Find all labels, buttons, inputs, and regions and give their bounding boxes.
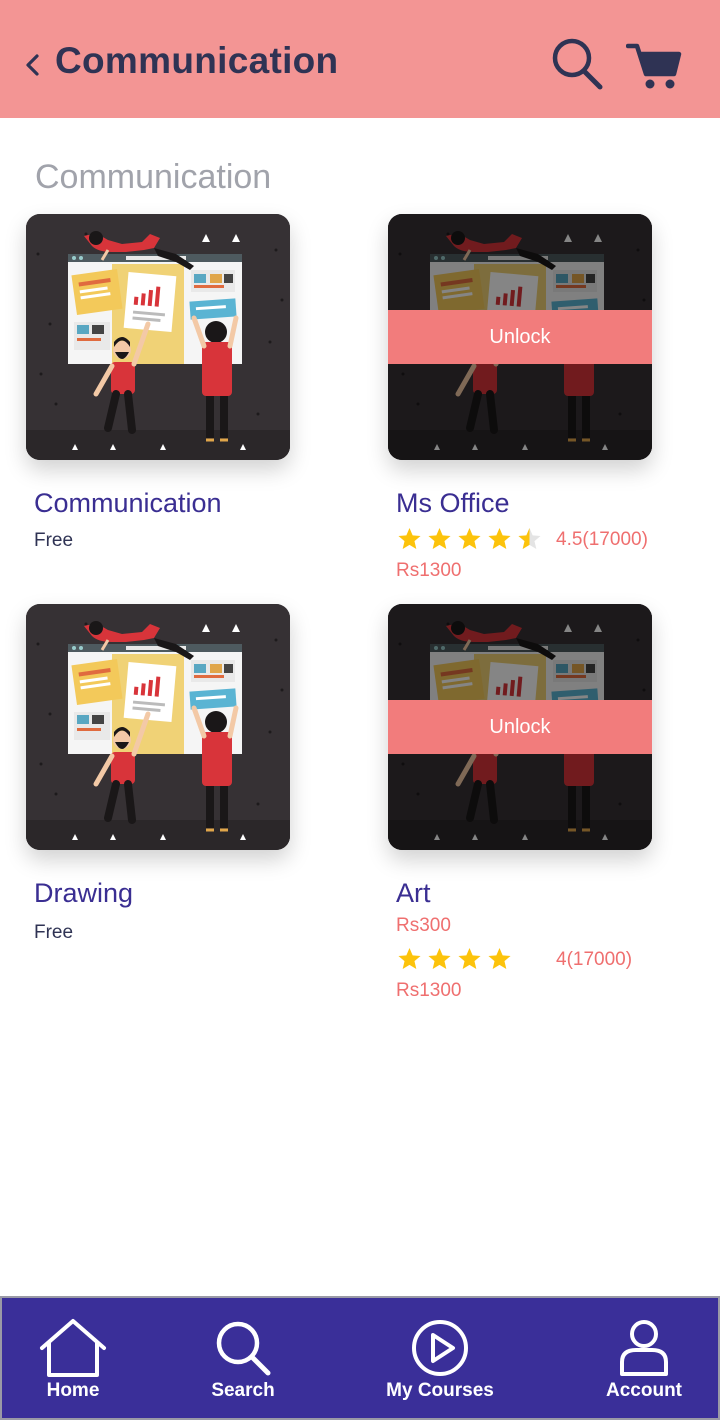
nav-my-courses[interactable]: My Courses [380,1298,500,1420]
star-full-icon [456,526,483,552]
nav-label: My Courses [386,1380,494,1401]
back-chevron-icon[interactable] [22,52,44,78]
course-card-drawing[interactable] [26,604,290,850]
nav-home[interactable]: Home [32,1298,114,1420]
rating-stars [396,946,513,972]
search-icon[interactable] [548,36,604,90]
page-title: Communication [55,40,339,81]
course-title[interactable]: Communication [34,488,222,519]
nav-label: Home [46,1380,100,1401]
star-full-icon [396,946,423,972]
star-full-icon [486,946,513,972]
course-title[interactable]: Ms Office [396,488,510,519]
course-card-communication[interactable] [26,214,290,460]
rating-text: 4(17000) [556,949,633,970]
nav-search[interactable]: Search [198,1298,288,1420]
course-price-free: Free [34,922,74,943]
course-original-price: Rs300 [396,915,451,936]
nav-label: Account [606,1380,682,1401]
app-header: Communication [0,0,720,118]
star-full-icon [486,526,513,552]
unlock-button[interactable]: Unlock [388,310,652,364]
course-title[interactable]: Art [396,878,431,909]
nav-account[interactable]: Account [598,1298,690,1420]
star-full-icon [426,946,453,972]
search-icon [216,1321,271,1376]
course-price: Rs1300 [396,560,462,581]
course-price: Rs1300 [396,980,462,1001]
course-thumbnail [26,214,290,460]
unlock-button[interactable]: Unlock [388,700,652,754]
user-icon [620,1320,668,1376]
course-card-art[interactable]: Unlock [388,604,652,850]
cart-icon[interactable] [626,40,682,90]
star-half-icon [516,526,543,552]
course-card-ms-office[interactable]: Unlock [388,214,652,460]
bottom-navigation: Home Search My Courses Account [0,1296,720,1420]
nav-label: Search [211,1380,275,1401]
rating-stars [396,526,543,552]
star-full-icon [456,946,483,972]
course-thumbnail [26,604,290,850]
course-title[interactable]: Drawing [34,878,133,909]
star-full-icon [426,526,453,552]
rating-text: 4.5(17000) [556,529,648,550]
star-full-icon [396,526,423,552]
home-icon [40,1319,106,1377]
section-title: Communication [35,158,272,196]
play-icon [412,1320,468,1376]
course-price-free: Free [34,530,74,551]
